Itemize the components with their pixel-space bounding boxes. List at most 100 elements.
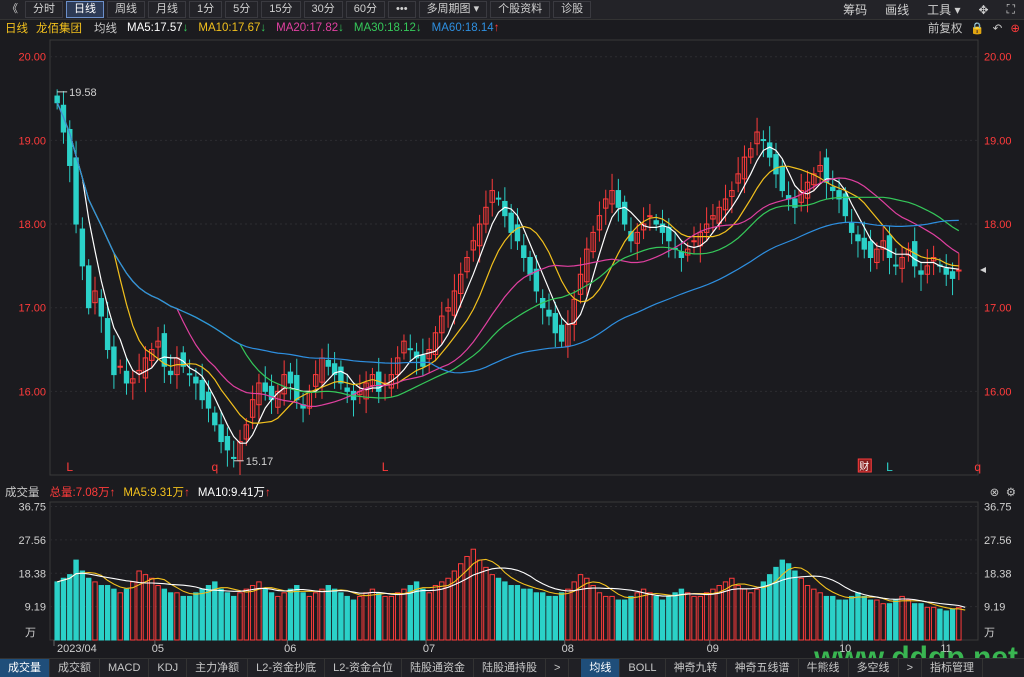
candle-body-97 xyxy=(666,226,672,242)
volume-bar-84 xyxy=(584,577,590,641)
candle-body-141 xyxy=(943,267,949,275)
volume-tick-right-1: 27.56 xyxy=(984,535,1012,547)
volume-bar-73 xyxy=(514,585,521,641)
indicator-tab-12[interactable]: 神奇九转 xyxy=(666,659,727,677)
price-tick-right-0: 20.00 xyxy=(984,52,1012,64)
volume-bar-17 xyxy=(161,588,168,641)
volume-bar-136 xyxy=(912,603,918,641)
candle-body-10 xyxy=(117,365,123,368)
candle-body-72 xyxy=(508,212,514,233)
volume-bar-71 xyxy=(502,581,508,641)
volume-bar-87 xyxy=(603,595,609,641)
candle-body-112 xyxy=(760,139,767,142)
volume-bar-77 xyxy=(539,592,546,641)
volume-bar-30 xyxy=(243,588,250,641)
volume-bar-122 xyxy=(823,595,830,641)
marker-2: L xyxy=(382,460,389,474)
candle-body-7 xyxy=(98,297,104,317)
volume-bar-58 xyxy=(420,588,426,641)
candle-body-78 xyxy=(546,309,552,317)
candle-body-99 xyxy=(678,251,685,258)
indicator-tab-15[interactable]: 多空线 xyxy=(849,659,899,677)
volume-tick-left-2: 18.38 xyxy=(18,568,46,580)
volume-bar-90 xyxy=(621,599,628,641)
price-tick-left-1: 19.00 xyxy=(18,135,46,147)
indicator-tab-4[interactable]: 主力净额 xyxy=(187,659,249,677)
indicator-tab-7[interactable]: 陆股通资金 xyxy=(402,659,474,677)
indicator-tab-6[interactable]: L2-资金合位 xyxy=(325,659,402,677)
volume-bar-6 xyxy=(92,581,98,641)
candle-body-23 xyxy=(199,379,205,401)
volume-bar-89 xyxy=(615,599,622,641)
price-tick-left-4: 16.00 xyxy=(18,386,46,398)
volume-bar-92 xyxy=(634,592,640,641)
volume-bar-0 xyxy=(54,581,60,641)
volume-bar-16 xyxy=(155,585,161,641)
indicator-tab-10[interactable]: 均线 xyxy=(581,659,621,677)
x-label-4: 08 xyxy=(562,643,574,655)
volume-tick-left-3: 9.19 xyxy=(25,602,46,614)
volume-bar-40 xyxy=(306,595,313,641)
volume-bar-72 xyxy=(508,585,514,641)
candle-body-142 xyxy=(949,271,956,279)
x-label-0: 2023/04 xyxy=(57,643,97,655)
volume-bar-46 xyxy=(344,595,350,641)
volume-bar-20 xyxy=(180,595,186,641)
volume-tick-right-3: 9.19 xyxy=(984,602,1005,614)
volume-bar-19 xyxy=(174,592,180,641)
marker-0: L xyxy=(66,460,73,474)
volume-bar-83 xyxy=(577,574,584,641)
volume-bar-93 xyxy=(640,588,647,641)
volume-bar-103 xyxy=(703,592,710,641)
volume-bar-5 xyxy=(85,577,92,641)
volume-bar-141 xyxy=(943,610,949,641)
candle-body-70 xyxy=(495,197,502,200)
candle-body-101 xyxy=(691,240,697,243)
indicator-tab-9[interactable]: > xyxy=(546,659,570,677)
volume-bar-137 xyxy=(918,603,924,641)
candle-body-22 xyxy=(193,376,199,384)
candle-body-137 xyxy=(918,270,924,275)
candle-body-37 xyxy=(287,371,294,384)
volume-bar-31 xyxy=(249,585,256,641)
ma5-line xyxy=(56,102,959,444)
indicator-tab-2[interactable]: MACD xyxy=(100,659,150,677)
candle-body-17 xyxy=(161,333,168,367)
volume-bar-88 xyxy=(609,595,615,641)
price-tick-right-2: 18.00 xyxy=(984,219,1012,231)
indicator-tab-3[interactable]: KDJ xyxy=(149,659,188,677)
indicator-tab-16[interactable]: > xyxy=(899,659,922,677)
volume-bar-99 xyxy=(678,588,685,641)
volume-bar-108 xyxy=(735,585,741,641)
volume-bar-39 xyxy=(300,592,306,641)
indicator-tab-1[interactable]: 成交额 xyxy=(50,659,100,677)
indicator-tab-17[interactable]: 指标管理 xyxy=(922,659,983,677)
volume-bar-132 xyxy=(886,603,893,641)
indicator-tab-14[interactable]: 牛熊线 xyxy=(799,659,849,677)
volume-bar-109 xyxy=(741,588,748,641)
volume-bar-116 xyxy=(785,563,792,641)
indicator-tab-11[interactable]: BOLL xyxy=(620,659,666,677)
candle-body-8 xyxy=(104,318,111,351)
volume-bar-119 xyxy=(804,585,811,641)
volume-bar-104 xyxy=(710,588,716,641)
candle-body-9 xyxy=(111,346,117,376)
candle-body-26 xyxy=(218,424,224,443)
volume-bar-107 xyxy=(729,577,735,641)
candle-body-0 xyxy=(54,95,60,104)
indicator-tab-5[interactable]: L2-资金抄底 xyxy=(248,659,326,677)
indicator-tab-8[interactable]: 陆股通持股 xyxy=(474,659,546,677)
volume-bar-101 xyxy=(691,595,697,641)
indicator-tab-13[interactable]: 神奇五线谱 xyxy=(727,659,799,677)
volume-bar-140 xyxy=(937,608,943,641)
indicator-tab-0[interactable]: 成交量 xyxy=(0,659,50,677)
candle-body-58 xyxy=(420,354,426,367)
candle-body-79 xyxy=(552,313,558,334)
x-label-2: 06 xyxy=(284,643,296,655)
volume-bar-59 xyxy=(426,592,432,641)
candle-body-11 xyxy=(123,370,130,384)
candle-body-94 xyxy=(647,215,653,218)
volume-bar-114 xyxy=(773,566,779,641)
ma10-line xyxy=(56,102,959,424)
volume-bar-118 xyxy=(798,577,804,641)
